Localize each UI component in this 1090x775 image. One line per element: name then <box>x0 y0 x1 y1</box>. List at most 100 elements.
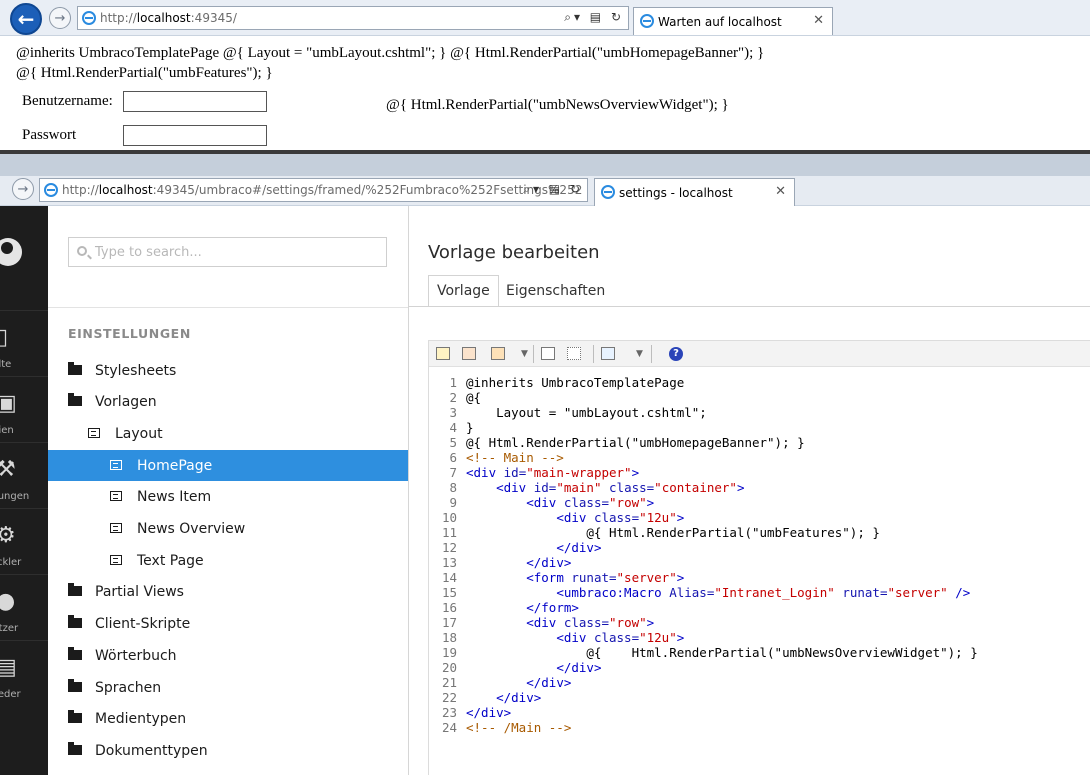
code-token: "main" <box>556 480 602 495</box>
insert-macro-icon[interactable] <box>462 347 476 360</box>
code-token: @{ Html.RenderPartial("umbNewsOverviewWi… <box>466 645 978 660</box>
document-icon: ▯ <box>0 325 9 350</box>
code-text: @{ <box>466 390 481 405</box>
code-token: </div> <box>526 555 572 570</box>
tree-item-medientypen[interactable]: Medientypen <box>48 704 408 735</box>
password-input[interactable] <box>123 125 267 146</box>
section-ellungen[interactable]: ⚒ ellungen <box>0 442 48 508</box>
code-text: <div id="main" class="container"> <box>466 480 745 495</box>
chevron-down-icon[interactable]: ▼ <box>521 349 528 359</box>
code-token: <form <box>526 570 572 585</box>
browser-window-umbraco: → http://localhost:49345/umbraco#/settin… <box>0 154 1090 775</box>
code-text: </div> <box>466 675 571 690</box>
section-label: ellungen <box>0 491 30 502</box>
close-tab-icon[interactable]: ✕ <box>775 184 786 199</box>
code-token: "12u" <box>639 630 677 645</box>
code-token: "row" <box>609 495 647 510</box>
tree-item-text-page[interactable]: Text Page <box>48 545 408 576</box>
tree-item-layout[interactable]: Layout <box>48 418 408 449</box>
tree-item-news-overview[interactable]: News Overview <box>48 514 408 545</box>
rendered-page: @inherits UmbracoTemplatePage @{ Layout … <box>0 36 1090 152</box>
tab-warten[interactable]: Warten auf localhost ✕ <box>633 7 833 35</box>
tab-vorlage[interactable]: Vorlage <box>428 275 499 307</box>
code-text: @{ Html.RenderPartial("umbFeatures"); } <box>466 525 880 540</box>
tree-item-client-skripte[interactable]: Client-Skripte <box>48 609 408 640</box>
ie-tab-icon <box>601 185 615 199</box>
code-token: class= <box>593 630 640 645</box>
section-halte[interactable]: ▯ halte <box>0 310 48 376</box>
code-token: <!-- Main --> <box>466 450 564 465</box>
section-label: nutzer <box>0 623 19 634</box>
code-token: "row" <box>609 615 647 630</box>
close-tab-icon[interactable]: ✕ <box>813 13 824 28</box>
tree-item-label: Text Page <box>137 552 204 569</box>
code-text: <div class="row"> <box>466 495 654 510</box>
code-line: 12 </div> <box>429 540 1090 555</box>
section-glieder[interactable]: ▤ glieder <box>0 640 48 706</box>
section-label: edien <box>0 425 14 436</box>
code-token: class= <box>593 510 640 525</box>
code-line: 4} <box>429 420 1090 435</box>
tree-item-stylesheets[interactable]: Stylesheets <box>48 355 408 386</box>
code-text: } <box>466 420 474 435</box>
chevron-down-icon[interactable]: ▼ <box>636 349 643 359</box>
browser-window-front: ← → http://localhost:49345/ ⌕▾ ▤ ↻ Warte… <box>0 0 1090 154</box>
insert-placeholder-icon[interactable] <box>491 347 505 360</box>
line-number: 10 <box>441 510 457 525</box>
code-text: <div id="main-wrapper"> <box>466 465 639 480</box>
insert-snippet-icon[interactable] <box>601 347 615 360</box>
code-token: </form> <box>526 600 579 615</box>
help-icon[interactable]: ? <box>669 347 683 361</box>
tree-item-news-item[interactable]: News Item <box>48 482 408 513</box>
insert-field-icon[interactable] <box>436 347 450 360</box>
code-line: 8 <div id="main" class="container"> <box>429 480 1090 495</box>
tab-eigenschaften[interactable]: Eigenschaften <box>498 275 613 307</box>
forward-arrow-icon[interactable]: → <box>49 7 71 29</box>
tab-settings[interactable]: settings - localhost ✕ <box>594 178 795 206</box>
code-line: 1 @inherits UmbracoTemplatePage <box>429 375 1090 390</box>
insert-tag-icon[interactable] <box>541 347 555 360</box>
tree-item-dokumenttypen[interactable]: Dokumenttypen <box>48 735 408 766</box>
back-arrow-icon[interactable]: ← <box>10 3 42 35</box>
section-label: halte <box>0 359 12 370</box>
search-refresh-icons[interactable]: ⌕▾ ▤ ↻ <box>564 10 624 25</box>
tab-title: Warten auf localhost <box>658 14 782 29</box>
address-prefix: http:// <box>62 183 99 197</box>
code-text: @{ Html.RenderPartial("umbNewsOverviewWi… <box>466 645 978 660</box>
code-token: > <box>646 615 655 630</box>
select-all-icon[interactable] <box>567 347 581 360</box>
code-line: 7 <div id="main-wrapper"> <box>429 465 1090 480</box>
section-wickler[interactable]: ⚙ wickler <box>0 508 48 574</box>
tree-item-label: News Overview <box>137 521 246 537</box>
line-number: 12 <box>441 540 457 555</box>
code-token: </div> <box>556 540 602 555</box>
code-token: runat= <box>842 585 888 600</box>
code-token: "server" <box>887 585 948 600</box>
section-edien[interactable]: ▣ edien <box>0 376 48 442</box>
template-icon <box>110 491 122 502</box>
tree-item-homepage[interactable]: HomePage <box>48 450 408 482</box>
code-editor[interactable]: ▼ ▼ ? 1 @inherits UmbracoTemplatePage 2 @{3… <box>428 340 1090 775</box>
forward-arrow-icon[interactable]: → <box>12 178 34 200</box>
section-nutzer[interactable]: ● nutzer <box>0 574 48 640</box>
tree-search-input[interactable]: Type to search... <box>68 237 387 267</box>
code-token: </div> <box>496 690 542 705</box>
code-line: 13 </div> <box>429 555 1090 570</box>
address-bar[interactable]: http://localhost:49345/ ⌕▾ ▤ ↻ <box>77 6 629 30</box>
tree-item-sprachen[interactable]: Sprachen <box>48 672 408 703</box>
tree-item-w-rterbuch[interactable]: Wörterbuch <box>48 640 408 671</box>
code-token: > <box>736 480 745 495</box>
line-number: 15 <box>441 585 457 600</box>
line-number: 4 <box>449 420 457 435</box>
code-text: Layout = "umbLayout.cshtml"; <box>466 405 707 420</box>
search-refresh-icons[interactable]: ⌕▾ ▤ ↻ <box>523 182 583 197</box>
user-avatar[interactable] <box>0 238 22 266</box>
code-token: <umbraco:Macro <box>556 585 670 600</box>
tree-item-vorlagen[interactable]: Vorlagen <box>48 387 408 418</box>
address-bar-2[interactable]: http://localhost:49345/umbraco#/settings… <box>39 178 588 202</box>
username-input[interactable] <box>123 91 267 112</box>
code-token: @{ Html.RenderPartial("umbHomepageBanner… <box>466 435 805 450</box>
tree-item-partial-views[interactable]: Partial Views <box>48 577 408 608</box>
